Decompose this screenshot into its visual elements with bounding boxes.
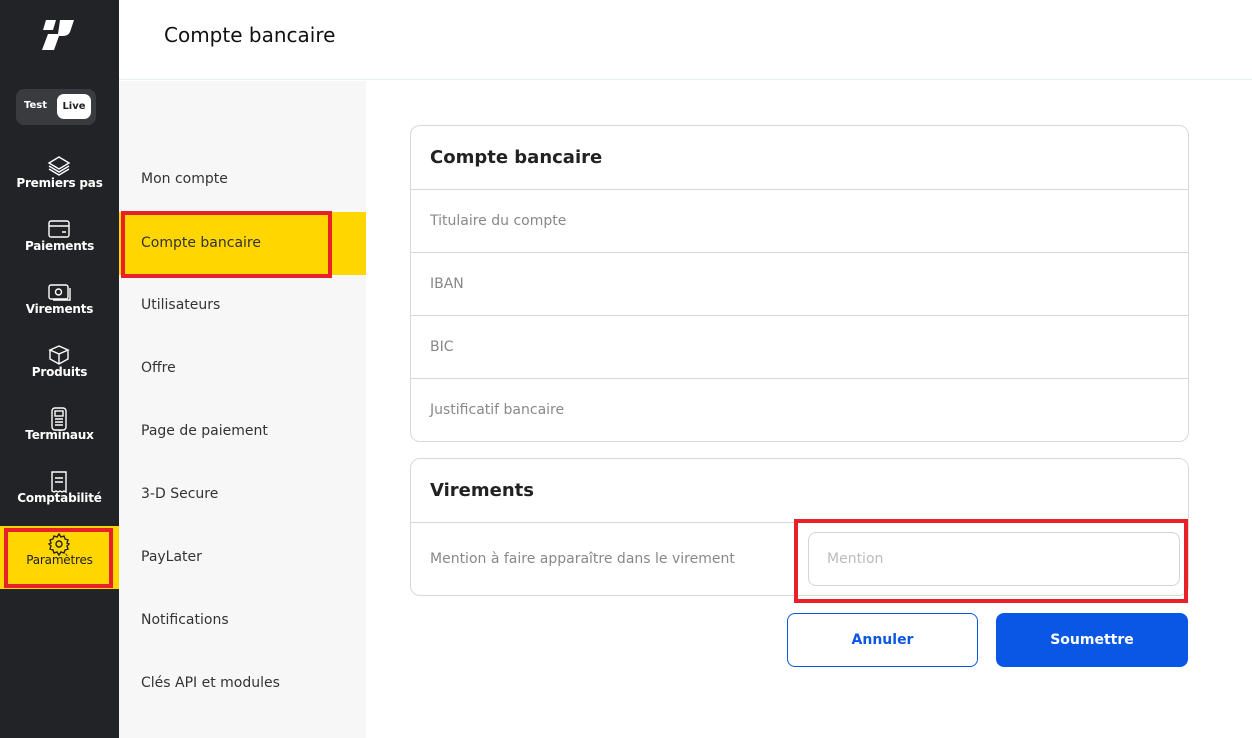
card-title: Virements — [411, 459, 1188, 523]
settings-subnav: Mon compte Compte bancaire Utilisateurs … — [119, 81, 366, 738]
sidebar: Test Live Premiers pas Paiements Viremen… — [0, 0, 119, 738]
env-live[interactable]: Live — [57, 94, 91, 119]
transfers-card: Virements Mention à faire apparaître dan… — [410, 458, 1189, 596]
subnav-cles-api[interactable]: Clés API et modules — [119, 652, 366, 715]
field-justificatif: Justificatif bancaire — [430, 402, 565, 418]
field-iban: IBAN — [411, 253, 1188, 316]
env-toggle[interactable]: Test Live — [16, 89, 96, 125]
subnav-utilisateurs[interactable]: Utilisateurs — [119, 274, 366, 337]
sidebar-item-terminaux[interactable]: Terminaux — [0, 401, 119, 464]
subnav-offre[interactable]: Offre — [119, 337, 366, 400]
subnav-page-de-paiement[interactable]: Page de paiement — [119, 400, 366, 463]
sidebar-item-premiers-pas[interactable]: Premiers pas — [0, 149, 119, 212]
card-icon — [48, 220, 70, 238]
card-title: Compte bancaire — [411, 126, 1188, 190]
sidebar-item-comptabilite[interactable]: Comptabilité — [0, 464, 119, 527]
sidebar-item-virements[interactable]: Virements — [0, 275, 119, 338]
subnav-compte-bancaire[interactable]: Compte bancaire — [119, 212, 366, 275]
mention-label: Mention à faire apparaître dans le virem… — [430, 551, 735, 567]
page-title: Compte bancaire — [164, 23, 336, 47]
subnav-paylater[interactable]: PayLater — [119, 526, 366, 589]
logo — [42, 20, 74, 50]
env-test[interactable]: Test — [24, 100, 47, 111]
mention-input[interactable] — [808, 532, 1180, 586]
subnav-mon-compte[interactable]: Mon compte — [119, 148, 366, 211]
sidebar-item-produits[interactable]: Produits — [0, 338, 119, 401]
submit-button[interactable]: Soumettre — [996, 613, 1188, 667]
subnav-notifications[interactable]: Notifications — [119, 589, 366, 652]
box-icon — [48, 345, 70, 365]
sidebar-item-paiements[interactable]: Paiements — [0, 212, 119, 275]
field-bic: BIC — [411, 316, 1188, 379]
page-header: Compte bancaire — [119, 0, 1252, 80]
sidebar-item-parametres[interactable]: Paramètres — [0, 526, 119, 589]
subnav-3d-secure[interactable]: 3-D Secure — [119, 463, 366, 526]
transfer-icon — [48, 284, 71, 301]
bank-account-card: Compte bancaire Titulaire du compte IBAN… — [410, 125, 1189, 442]
field-titulaire: Titulaire du compte — [411, 190, 1188, 253]
cancel-button[interactable]: Annuler — [787, 613, 978, 667]
layers-icon — [47, 156, 71, 176]
